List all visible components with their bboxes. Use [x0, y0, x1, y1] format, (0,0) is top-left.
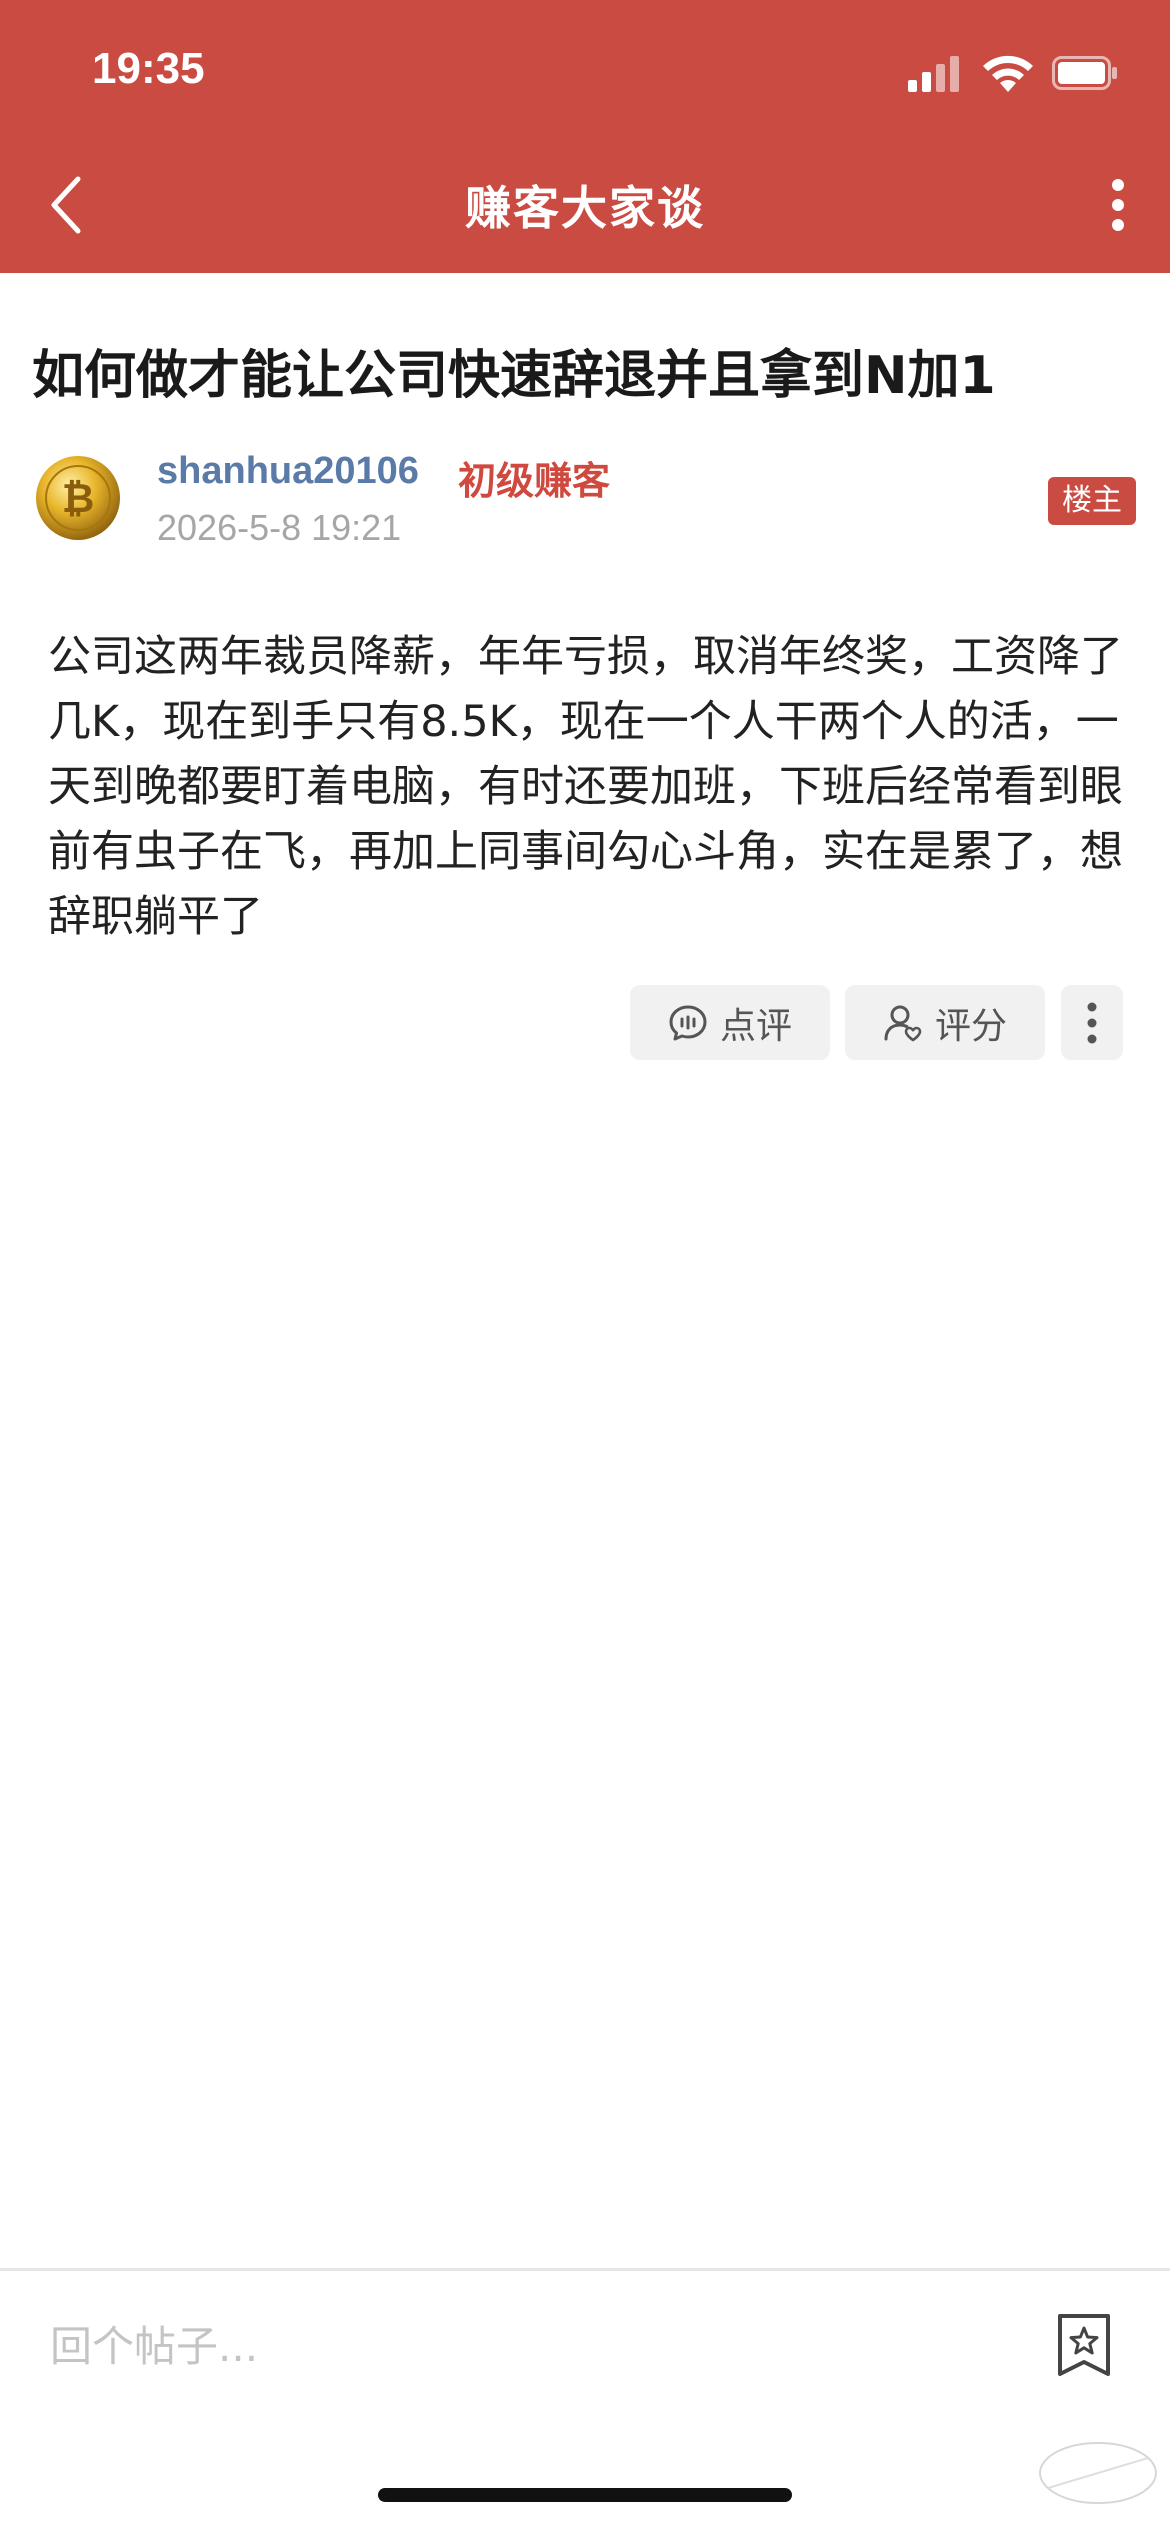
- comment-button[interactable]: 点评: [630, 985, 830, 1060]
- page-title: 赚客大家谈: [465, 181, 705, 235]
- post-title: 如何做才能让公司快速辞退并且拿到N加1: [32, 346, 996, 406]
- wifi-icon: [983, 55, 1033, 92]
- avatar[interactable]: ₿: [32, 452, 124, 544]
- watermark-logo: [1039, 2442, 1157, 2504]
- post-timestamp: 2026-5-8 19:21: [157, 507, 402, 548]
- post-body: 公司这两年裁员降薪，年年亏损，取消年终奖，工资降了几K，现在到手只有8.5K，现…: [48, 632, 1123, 942]
- signal-icon: [908, 56, 959, 92]
- rate-button[interactable]: 评分: [845, 985, 1045, 1060]
- comment-label: 点评: [719, 1005, 792, 1047]
- reply-input[interactable]: [48, 2310, 952, 2382]
- home-indicator: [378, 2488, 792, 2502]
- post-more-button[interactable]: [1061, 985, 1123, 1060]
- author-username[interactable]: shanhua20106: [157, 450, 419, 493]
- svg-text:₿: ₿: [62, 476, 95, 522]
- favorite-button[interactable]: [1054, 2312, 1114, 2378]
- rate-label: 评分: [934, 1005, 1007, 1047]
- header: 19:35 赚客大家谈: [0, 0, 1170, 273]
- more-vertical-icon: [1087, 1002, 1097, 1043]
- more-vertical-icon: [1112, 179, 1124, 231]
- status-time: 19:35: [92, 44, 205, 93]
- user-rate-icon: [884, 1005, 922, 1041]
- post-detail-page: 19:35 赚客大家谈 如何做才能让公司快速辞退并且拿到N加1 ₿ shanhu…: [0, 0, 1170, 2532]
- op-badge: 楼主: [1048, 477, 1136, 525]
- comment-icon: [669, 1005, 707, 1040]
- battery-icon: [1052, 56, 1117, 90]
- bookmark-star-icon: [1058, 2314, 1110, 2376]
- author-level: 初级赚客: [458, 459, 611, 503]
- bitcoin-coin-icon: ₿: [32, 452, 124, 544]
- divider: [0, 2268, 1170, 2271]
- more-button[interactable]: [1088, 170, 1148, 240]
